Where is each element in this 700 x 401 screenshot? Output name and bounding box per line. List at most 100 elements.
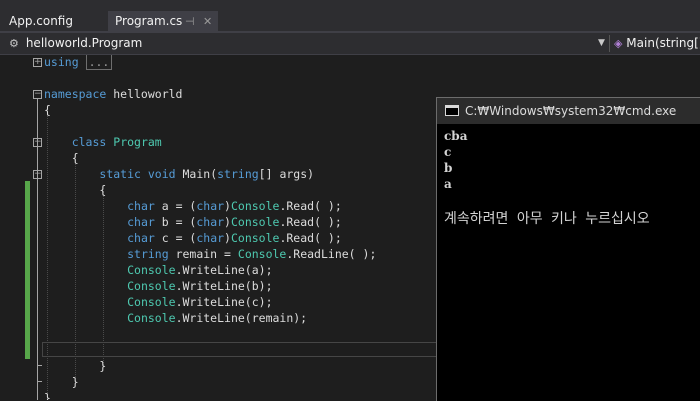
code-line[interactable]: using ... — [44, 55, 113, 70]
code-token: Console — [237, 247, 287, 261]
code-token: static — [99, 167, 141, 181]
type-dropdown-label: helloworld.Program — [25, 36, 143, 50]
code-token: Console — [127, 295, 176, 309]
navigation-bar: ⚙ helloworld.Program ▼ ◈ Main(string[] — [0, 33, 700, 55]
code-token: ) — [224, 231, 231, 245]
code-line[interactable]: } — [44, 374, 79, 390]
collapse-icon[interactable]: − — [33, 170, 42, 179]
code-token: } — [44, 391, 51, 400]
console-title-bar[interactable]: C:₩Windows₩system32₩cmd.exe — [437, 98, 700, 124]
code-line[interactable]: char b = (char)Console.Read( ); — [44, 214, 342, 230]
code-token: char — [196, 199, 225, 213]
code-token: Console — [230, 199, 280, 213]
code-line[interactable]: char c = (char)Console.Read( ); — [44, 230, 342, 246]
code-token: b = ( — [154, 215, 197, 229]
code-line[interactable]: } — [44, 358, 106, 374]
code-token: .WriteLine(c); — [175, 295, 273, 309]
code-token: helloworld — [106, 87, 183, 101]
console-window[interactable]: C:₩Windows₩system32₩cmd.exe cba c b a 계속… — [436, 97, 700, 401]
code-line[interactable]: string remain = Console.ReadLine( ); — [44, 246, 376, 262]
member-dropdown[interactable]: ◈ Main(string[] — [614, 33, 700, 54]
code-line[interactable]: static void Main(string[] args) — [44, 166, 314, 182]
type-dropdown[interactable]: ⚙ helloworld.Program — [9, 33, 142, 54]
code-token: c = ( — [154, 231, 197, 245]
code-token: { — [44, 103, 51, 117]
code-line[interactable]: namespace helloworld — [44, 86, 182, 102]
expand-icon[interactable]: + — [33, 58, 42, 67]
code-token: a = ( — [154, 199, 197, 213]
code-token: Program — [113, 135, 162, 149]
code-token: .ReadLine( ); — [286, 247, 377, 261]
chevron-down-icon[interactable]: ▼ — [598, 33, 605, 54]
tab-program-cs[interactable]: Program.cs ⊣ ✕ — [108, 11, 218, 32]
code-line[interactable]: Console.WriteLine(b); — [44, 278, 273, 294]
code-token: .Read( ); — [279, 215, 342, 229]
code-token: namespace — [44, 87, 107, 101]
console-output: cba c b a — [444, 129, 468, 191]
tab-label: App.config — [9, 14, 73, 28]
code-token: } — [44, 375, 79, 389]
collapse-icon[interactable]: − — [33, 90, 42, 99]
selection-margin — [0, 55, 22, 400]
code-token: string — [217, 167, 259, 181]
code-token: using — [44, 55, 79, 69]
code-token: .WriteLine(b); — [175, 279, 273, 293]
collapsed-region[interactable]: ... — [85, 55, 113, 70]
code-line[interactable]: Console.WriteLine(c); — [44, 294, 273, 310]
tab-label: Program.cs — [115, 14, 183, 28]
code-token: Console — [230, 231, 280, 245]
code-token: Console — [230, 215, 280, 229]
outline-end — [37, 381, 42, 382]
code-token: string — [127, 247, 169, 261]
code-line[interactable]: char a = (char)Console.Read( ); — [44, 198, 342, 214]
code-token: Main( — [175, 167, 218, 181]
console-prompt: 계속하려면 아무 키나 누르십시오 — [444, 211, 650, 227]
code-line[interactable]: { — [44, 182, 106, 198]
collapse-icon[interactable]: − — [33, 138, 42, 147]
code-token: ) — [224, 215, 231, 229]
code-line[interactable]: Console.WriteLine(a); — [44, 262, 272, 278]
code-token: { — [44, 151, 79, 165]
code-token: .Read( ); — [279, 199, 342, 213]
member-dropdown-label: Main(string[] — [626, 36, 700, 50]
document-tab-strip: App.config Program.cs ⊣ ✕ — [0, 0, 700, 32]
close-icon[interactable]: ✕ — [203, 11, 212, 32]
code-token: char — [127, 199, 155, 213]
divider — [609, 35, 610, 52]
code-token: char — [196, 231, 225, 245]
current-line-highlight — [42, 342, 442, 357]
console-title: C:₩Windows₩system32₩cmd.exe — [465, 104, 677, 118]
pin-icon[interactable]: ⊣ — [185, 11, 195, 32]
code-token: { — [44, 183, 107, 197]
code-line[interactable]: { — [44, 150, 79, 166]
code-line[interactable]: } — [44, 390, 51, 400]
code-line[interactable]: { — [44, 102, 51, 118]
code-token: Console — [127, 279, 176, 293]
code-token: void — [147, 167, 176, 181]
class-icon: ⚙ — [9, 37, 19, 50]
code-token: class — [71, 135, 107, 149]
code-line[interactable]: class Program — [44, 134, 162, 150]
tab-app-config[interactable]: App.config — [0, 11, 108, 32]
code-token: char — [127, 231, 155, 245]
code-token: [] args) — [258, 167, 315, 181]
code-token: .WriteLine(remain); — [175, 311, 308, 325]
code-line[interactable]: Console.WriteLine(remain); — [44, 310, 307, 326]
code-token: char — [127, 215, 155, 229]
code-token: char — [196, 215, 225, 229]
code-token: } — [44, 359, 107, 373]
code-token: ) — [224, 199, 231, 213]
outline-end — [37, 365, 42, 366]
